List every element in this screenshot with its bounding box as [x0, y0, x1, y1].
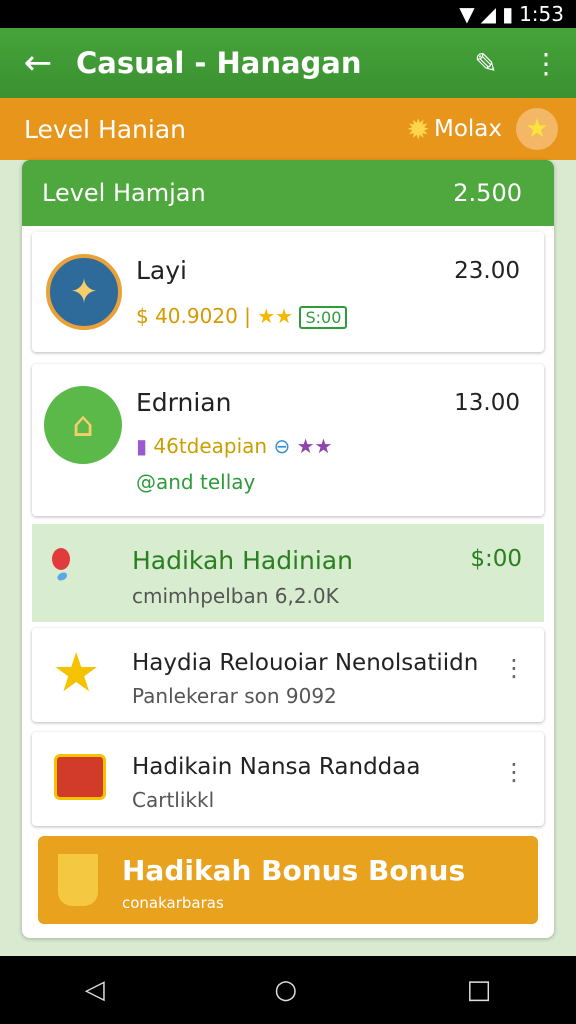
signal-icon: ◢ [480, 2, 497, 26]
status-badge: S:00 [299, 306, 348, 329]
more-vert-icon[interactable]: ⋮ [502, 654, 526, 682]
card-value: 13.00 [454, 390, 520, 416]
more-vert-icon[interactable]: ⋮ [502, 758, 526, 786]
list-item[interactable]: Hadikain Nansa Randdaa Cartlikkl ⋮ [32, 732, 544, 826]
card-subtitle: Cartlikkl [132, 788, 215, 812]
system-nav-bar: ◁ ○ □ [0, 956, 576, 1024]
list-item-highlighted[interactable]: 𝅘 Hadikah Hadinian $:00 cmimhpelban 6,2.… [32, 524, 544, 622]
card-subtitle: Panlekerar son 9092 [132, 684, 337, 708]
card-title: Hadikah Hadinian [132, 546, 353, 575]
level-right-label: Molax [433, 116, 502, 142]
list-item[interactable]: ★ Haydia Relouoiar Nenolsatiidn Panleker… [32, 628, 544, 722]
balloon-icon [52, 548, 70, 570]
card-title: Layi [136, 256, 187, 285]
card-value: 23.00 [454, 258, 520, 284]
level-label: Level Hanian [24, 114, 187, 144]
gift-icon [54, 754, 106, 800]
wifi-icon: ▼ [459, 2, 475, 26]
app-bar: ← Casual - Hanagan ✎ ⋮ [0, 28, 576, 98]
level-panel: Level Hamjan 2.500 ✦ Layi 23.00 $ 40.902… [22, 160, 554, 938]
panel-header-label: Level Hamjan [42, 179, 206, 207]
star-button[interactable]: ★ [516, 108, 558, 150]
gem-icon: ▮ [136, 434, 148, 458]
star-icon: ★★ [296, 434, 333, 458]
back-triangle-icon[interactable]: ◁ [85, 975, 105, 1005]
star-icon: ★ [52, 641, 101, 704]
bonus-subtitle: conakarbaras [122, 894, 224, 912]
level-bar: Level Hanian ✹ Molax ★ [0, 98, 576, 160]
card-subtitle: 46tdeapian [153, 434, 268, 458]
card-value: $:00 [470, 546, 522, 572]
status-bar: ▼ ◢ ▮ 1:53 [0, 0, 576, 28]
home-circle-icon[interactable]: ○ [274, 975, 297, 1005]
bonus-title: Hadikah Bonus Bonus [122, 854, 466, 887]
card-link[interactable]: @and tellay [136, 470, 255, 494]
list-item[interactable]: ✦ Layi 23.00 $ 40.9020 | ★★ S:00 [32, 232, 544, 352]
panel-header: Level Hamjan 2.500 [22, 160, 554, 226]
pencil-icon[interactable]: ✎ [456, 47, 516, 80]
card-title: Hadikain Nansa Randdaa [132, 754, 421, 780]
arrow-left-icon[interactable]: ← [0, 43, 76, 83]
more-vert-icon[interactable]: ⋮ [516, 47, 576, 80]
trophy-icon [58, 854, 98, 906]
bonus-button[interactable]: Hadikah Bonus Bonus conakarbaras [38, 836, 538, 924]
panel-header-value: 2.500 [453, 179, 522, 207]
battery-icon: ▮ [502, 2, 514, 26]
card-title: Edrnian [136, 388, 232, 417]
game-icon: ✦ [46, 254, 122, 330]
recents-square-icon[interactable]: □ [467, 975, 492, 1005]
card-subtitle: cmimhpelban 6,2.0K [132, 584, 339, 608]
clock: 1:53 [519, 2, 564, 26]
star-icon: ★ [525, 114, 549, 144]
house-icon: ⌂ [44, 386, 122, 464]
list-item[interactable]: ⌂ Edrnian 13.00 ▮ 46tdeapian ⊖ ★★ @and t… [32, 364, 544, 516]
card-title: Haydia Relouoiar Nenolsatiidn [132, 650, 479, 676]
star-icon: ★★ [257, 304, 294, 328]
page-title: Casual - Hanagan [76, 46, 362, 80]
card-price: $ 40.9020 | [136, 304, 251, 328]
coin-icon: ⊖ [273, 434, 291, 458]
sun-icon: ✹ [406, 112, 430, 146]
